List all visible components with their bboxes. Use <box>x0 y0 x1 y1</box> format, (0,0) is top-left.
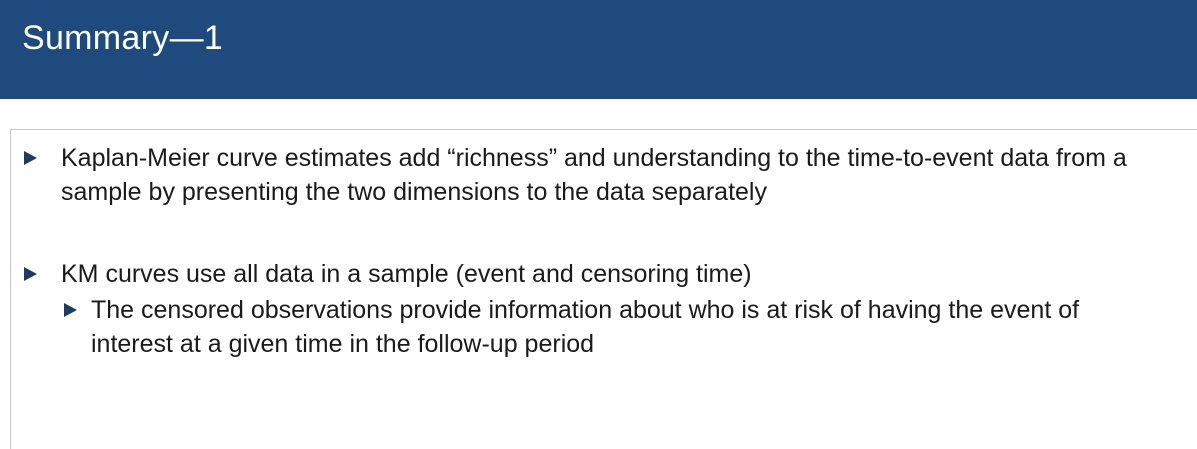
bullet-item: Kaplan-Meier curve estimates add “richne… <box>24 141 1164 209</box>
bullet-text: KM curves use all data in a sample (even… <box>61 260 752 288</box>
bullet-item: KM curves use all data in a sample (even… <box>24 257 1164 291</box>
bullet-text: Kaplan-Meier curve estimates add “richne… <box>61 144 1127 206</box>
title-bar: Summary—1 <box>0 0 1197 99</box>
triangle-right-icon <box>24 151 37 165</box>
triangle-right-icon <box>64 303 77 317</box>
sub-bullet-item: The censored observations provide inform… <box>64 293 1164 361</box>
slide-title: Summary—1 <box>22 19 224 57</box>
triangle-right-icon <box>24 267 37 281</box>
sub-bullet-text: The censored observations provide inform… <box>91 296 1080 358</box>
